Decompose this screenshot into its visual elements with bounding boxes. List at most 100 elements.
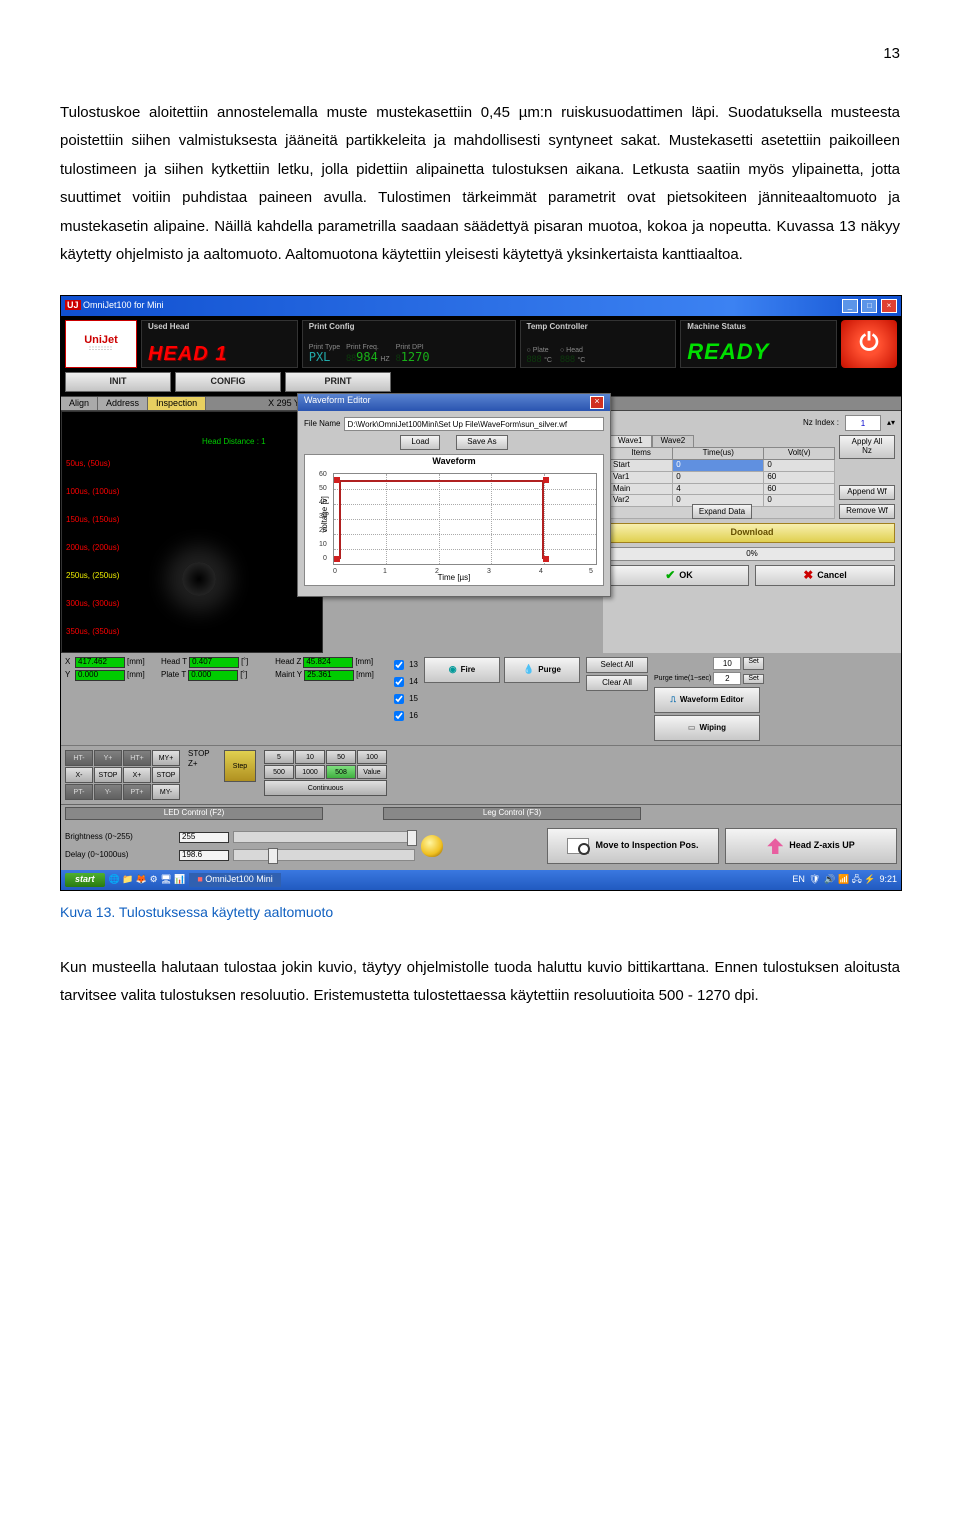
expand-button[interactable]: Expand Data [692, 504, 752, 519]
filename-input[interactable] [344, 417, 604, 431]
fire-button[interactable]: ◉Fire [424, 657, 500, 683]
task-item[interactable]: ■ OmniJet100 Mini [189, 873, 280, 887]
header-strip: UniJet :::::::: Used Head HEAD 1 Print C… [61, 316, 901, 372]
step-50[interactable]: 50 [326, 750, 356, 764]
ht-plus-button[interactable]: HT+ [123, 750, 151, 766]
start-button[interactable]: start [65, 873, 105, 887]
init-button[interactable]: INIT [65, 372, 171, 392]
config-button[interactable]: CONFIG [175, 372, 281, 392]
wave-table[interactable]: ItemsTime(us)Volt(v) Start00 Var1060 Mai… [609, 447, 835, 519]
x-plus-button[interactable]: X+ [123, 767, 151, 783]
cancel-button[interactable]: ✖Cancel [755, 565, 895, 586]
progress-bar: 0% [609, 547, 895, 561]
close-icon[interactable]: × [881, 299, 897, 313]
load-button[interactable]: Load [400, 435, 440, 450]
pt-minus-button[interactable]: PT- [65, 784, 93, 800]
page-number: 13 [60, 40, 900, 69]
window-titlebar: UJ OmniJet100 for Mini _ □ × [61, 296, 901, 316]
y-plus-button[interactable]: Y+ [94, 750, 122, 766]
tab-wave1[interactable]: Wave1 [609, 435, 652, 447]
delay-input[interactable]: 198.6 [179, 850, 229, 861]
tab-inspection[interactable]: Inspection [148, 397, 206, 411]
cancel-icon: ✖ [803, 569, 813, 582]
bright-input[interactable]: 255 [179, 832, 229, 843]
my-minus-button[interactable]: MY- [152, 784, 180, 800]
camera-view: Head Distance : 1 50us, (50us) 100us, (1… [61, 411, 323, 653]
droplet-blob [182, 562, 216, 596]
waveform-chart: Waveform voltage [v] Time [µs] 60 50 40 … [304, 454, 604, 586]
taskbar: start 🌐 📁 🦊 ⚙ 🖥 📊 ■ OmniJet100 Mini EN 🛡… [61, 870, 901, 890]
step-500[interactable]: 500 [264, 765, 294, 779]
check-icon: ✔ [665, 569, 675, 582]
lower-controls: X417.462[mm] Y0.000[mm] Head T0.407[˚] P… [61, 653, 901, 745]
leg-title: Leg Control (F3) [383, 807, 641, 820]
led-row: Brightness (0~255) 255 Delay (0~1000us) … [61, 822, 901, 870]
arrow-up-icon [767, 838, 783, 854]
paragraph-1: Tulostuskoe aloitettiin annostelemalla m… [60, 99, 900, 270]
step-508[interactable]: 508 [326, 765, 356, 779]
used-head-value: HEAD 1 [148, 343, 291, 365]
delay-slider[interactable] [233, 849, 415, 861]
jog-pad: HT- Y+ HT+ MY+ X- STOP X+ STOP PT- Y- PT… [65, 750, 180, 800]
tab-address[interactable]: Address [98, 397, 148, 411]
noz-15[interactable] [394, 694, 404, 704]
z-plus-button[interactable]: Z+ [188, 760, 216, 769]
y-minus-button[interactable]: Y- [94, 784, 122, 800]
move-inspection-button[interactable]: Move to Inspection Pos. [547, 828, 719, 864]
ht-minus-button[interactable]: HT- [65, 750, 93, 766]
select-all-button[interactable]: Select All [586, 657, 648, 673]
step-button[interactable]: Step [224, 750, 256, 782]
apply-all-button[interactable]: Apply All Nz [839, 435, 895, 459]
head-z-up-button[interactable]: Head Z-axis UP [725, 828, 897, 864]
set-button-2[interactable]: Set [743, 674, 764, 684]
waveform-editor-window[interactable]: Waveform Editor × File Name Load Save As… [297, 393, 611, 597]
x-minus-button[interactable]: X- [65, 767, 93, 783]
top-num-input[interactable] [713, 657, 741, 670]
download-button[interactable]: Download [609, 523, 895, 543]
step-100[interactable]: 100 [357, 750, 387, 764]
ok-button[interactable]: ✔OK [609, 565, 749, 586]
nzindex-spinner[interactable]: ▴▾ [887, 419, 895, 428]
inspection-icon [567, 838, 589, 854]
wfe-button[interactable]: ⎍Waveform Editor [654, 687, 760, 713]
set-button-1[interactable]: Set [743, 657, 764, 670]
pt-plus-button[interactable]: PT+ [123, 784, 151, 800]
wf-close-icon[interactable]: × [590, 396, 604, 409]
step-value[interactable]: Value [357, 765, 387, 779]
maximize-icon[interactable]: □ [861, 299, 877, 313]
step-10[interactable]: 10 [295, 750, 325, 764]
step-5[interactable]: 5 [264, 750, 294, 764]
noz-13[interactable] [394, 660, 404, 670]
bulb-icon [421, 835, 443, 857]
saveas-button[interactable]: Save As [456, 435, 507, 450]
power-button[interactable]: ⏻ [841, 320, 897, 368]
tab-wave2[interactable]: Wave2 [652, 435, 695, 447]
temp-panel: Temp Controller ○ Plate888 °C ○ Head888 … [520, 320, 677, 368]
step-1000[interactable]: 1000 [295, 765, 325, 779]
noz-16[interactable] [394, 711, 404, 721]
clear-all-button[interactable]: Clear All [586, 675, 648, 691]
app-icon: UJ [65, 300, 81, 310]
bright-slider[interactable] [233, 831, 415, 843]
append-wf-button[interactable]: Append Wf [839, 485, 895, 500]
remove-wf-button[interactable]: Remove Wf [839, 504, 895, 519]
print-config-panel: Print Config Print TypePXL Print Freq.88… [302, 320, 516, 368]
drop-icon: 💧 [523, 665, 534, 675]
stop-button-1[interactable]: STOP [94, 767, 122, 783]
print-button[interactable]: PRINT [285, 372, 391, 392]
led-title: LED Control (F2) [65, 807, 323, 820]
window-title: OmniJet100 for Mini [83, 300, 164, 310]
minimize-icon[interactable]: _ [842, 299, 858, 313]
tab-align[interactable]: Align [61, 397, 98, 411]
wave-params-panel: Nz Index : ▴▾ Wave1 Wave2 ItemsTime(us)V… [603, 411, 901, 653]
my-plus-button[interactable]: MY+ [152, 750, 180, 766]
purge-button[interactable]: 💧Purge [504, 657, 580, 683]
continuous-button[interactable]: Continuous [264, 780, 387, 796]
purgetime-input[interactable] [713, 672, 741, 685]
paragraph-2: Kun musteella halutaan tulostaa jokin ku… [60, 954, 900, 1011]
wiping-button[interactable]: ▭Wiping [654, 715, 760, 741]
noz-14[interactable] [394, 677, 404, 687]
wave-icon: ⎍ [670, 696, 676, 705]
stop-button-2[interactable]: STOP [152, 767, 180, 783]
nzindex-input[interactable] [845, 415, 881, 431]
